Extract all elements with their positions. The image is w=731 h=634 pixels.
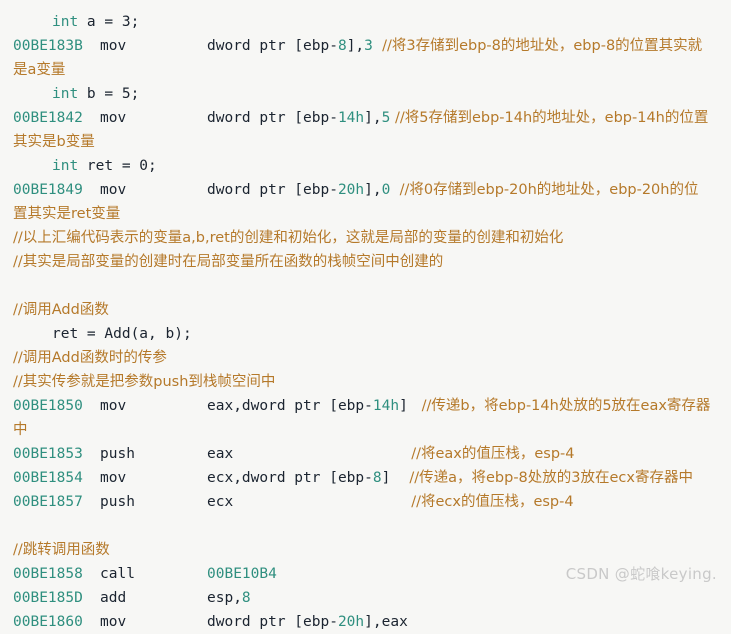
instruction-address: 00BE1850 — [13, 398, 83, 414]
comment-line-summary-1: //以上汇编代码表示的变量a,b,ret的创建和初始化，这就是局部的变量的创建和… — [13, 230, 564, 246]
instruction-address: 00BE1854 — [13, 470, 83, 486]
source-text: ret = 0; — [78, 158, 157, 174]
instruction-address: 00BE1860 — [13, 614, 83, 630]
source-text: b = 5; — [78, 86, 140, 102]
instruction-mnemonic: mov — [100, 38, 127, 54]
instruction-mnemonic: mov — [100, 182, 127, 198]
comment-wrap-line: 其实是b变量 — [13, 134, 95, 150]
inline-comment: //传递b，将ebp-14h处放的5放在eax寄存器 — [421, 398, 711, 414]
keyword-int: int — [52, 14, 79, 30]
instruction-mnemonic: push — [100, 494, 135, 510]
instruction-mnemonic: add — [100, 590, 127, 606]
operand-number: 14h — [337, 110, 365, 126]
instruction-address: 00BE1857 — [13, 494, 83, 510]
instruction-line-00BE1857: 00BE1857 push ecx //将ecx的值压栈，esp-4 — [0, 490, 731, 514]
call-target-address: 00BE10B4 — [207, 566, 277, 582]
instruction-operand: dword ptr [ebp- — [207, 182, 338, 198]
instruction-address: 00BE1858 — [13, 566, 83, 582]
comment-wrap-line: 置其实是ret变量 — [13, 206, 121, 222]
instruction-address: 00BE1849 — [13, 182, 83, 198]
instruction-address: 00BE185D — [13, 590, 83, 606]
instruction-operand: dword ptr [ebp- — [207, 110, 338, 126]
operand-punct: ], — [346, 38, 365, 54]
instruction-mnemonic: push — [100, 446, 135, 462]
instruction-line-00BE1860: 00BE1860 mov dword ptr [ebp-20h],eax — [0, 610, 731, 634]
source-line-ret-add: ret = Add(a, b); — [52, 326, 192, 342]
inline-comment: //将ecx的值压栈，esp-4 — [411, 494, 574, 510]
inline-comment: //将5存储到ebp-14h的地址处，ebp-14h的位置 — [394, 110, 709, 126]
instruction-line-00BE1850: 00BE1850 mov eax,dword ptr [ebp-14h] //传递b… — [0, 394, 731, 418]
operand-number: 20h — [337, 614, 365, 630]
instruction-mnemonic: mov — [100, 470, 127, 486]
instruction-operand: esp, — [207, 590, 242, 606]
source-text: a = 3; — [78, 14, 140, 30]
comment-wrap-line: 是a变量 — [13, 62, 66, 78]
instruction-line-00BE1854: 00BE1854 mov ecx,dword ptr [ebp-8] //传递a，将e… — [0, 466, 731, 490]
inline-comment: //将3存储到ebp-8的地址处，ebp-8的位置其实就 — [382, 38, 703, 54]
csdn-watermark: CSDN @蛇喰keying. — [565, 565, 717, 583]
comment-line-jump-call: //跳转调用函数 — [13, 542, 110, 558]
operand-punct: ], — [364, 182, 382, 198]
operand-punct: ] — [381, 470, 391, 486]
operand-number: 8 — [337, 38, 347, 54]
instruction-operand: eax,dword ptr [ebp- — [207, 398, 373, 414]
instruction-address: 00BE183B — [13, 38, 83, 54]
instruction-line-00BE183B: 00BE183B mov dword ptr [ebp-8],3 //将3存储到eb… — [0, 34, 731, 58]
instruction-line-00BE185D: 00BE185D add esp,8 — [0, 586, 731, 610]
instruction-mnemonic: mov — [100, 110, 127, 126]
disassembly-code-block: int a = 3; 00BE183B mov dword ptr [ebp-8],… — [0, 0, 731, 634]
source-line-int-a: int a = 3; — [0, 10, 731, 34]
operand-number: 8 — [372, 470, 382, 486]
comment-line-summary-2: //其实是局部变量的创建时在局部变量所在函数的栈帧空间中创建的 — [13, 254, 444, 270]
instruction-address: 00BE1853 — [13, 446, 83, 462]
operand-number: 20h — [337, 182, 365, 198]
comment-wrap-line: 中 — [13, 422, 28, 438]
keyword-int: int — [52, 158, 79, 174]
keyword-int: int — [52, 86, 79, 102]
source-line-int-b: int b = 5; — [0, 82, 731, 106]
operand-immediate: 3 — [364, 38, 373, 54]
instruction-operand: ecx,dword ptr [ebp- — [207, 470, 373, 486]
instruction-operand: eax — [207, 446, 234, 462]
operand-punct: ],eax — [364, 614, 408, 630]
instruction-mnemonic: call — [100, 566, 135, 582]
operand-punct: ] — [399, 398, 408, 414]
instruction-operand: dword ptr [ebp- — [207, 38, 338, 54]
operand-number: 14h — [372, 398, 400, 414]
comment-line-call-add: //调用Add函数 — [13, 302, 109, 318]
instruction-line-00BE1849: 00BE1849 mov dword ptr [ebp-20h],0 //将0存储到… — [0, 178, 731, 202]
instruction-mnemonic: mov — [100, 398, 127, 414]
inline-comment: //传递a，将ebp-8处放的3放在ecx寄存器中 — [409, 470, 693, 486]
instruction-mnemonic: mov — [100, 614, 127, 630]
operand-punct: ], — [364, 110, 382, 126]
instruction-line-00BE1842: 00BE1842 mov dword ptr [ebp-14h],5 //将5存储到… — [0, 106, 731, 130]
inline-comment: //将0存储到ebp-20h的地址处，ebp-20h的位 — [399, 182, 699, 198]
instruction-line-00BE1853: 00BE1853 push eax //将eax的值压栈，esp-4 — [0, 442, 731, 466]
instruction-operand: dword ptr [ebp- — [207, 614, 338, 630]
instruction-address: 00BE1842 — [13, 110, 83, 126]
source-line-int-ret: int ret = 0; — [0, 154, 731, 178]
inline-comment: //将eax的值压栈，esp-4 — [411, 446, 575, 462]
comment-line-params-2: //其实传参就是把参数push到栈帧空间中 — [13, 374, 276, 390]
instruction-operand: ecx — [207, 494, 234, 510]
operand-immediate: 8 — [241, 590, 251, 606]
comment-line-params-1: //调用Add函数时的传参 — [13, 350, 167, 366]
